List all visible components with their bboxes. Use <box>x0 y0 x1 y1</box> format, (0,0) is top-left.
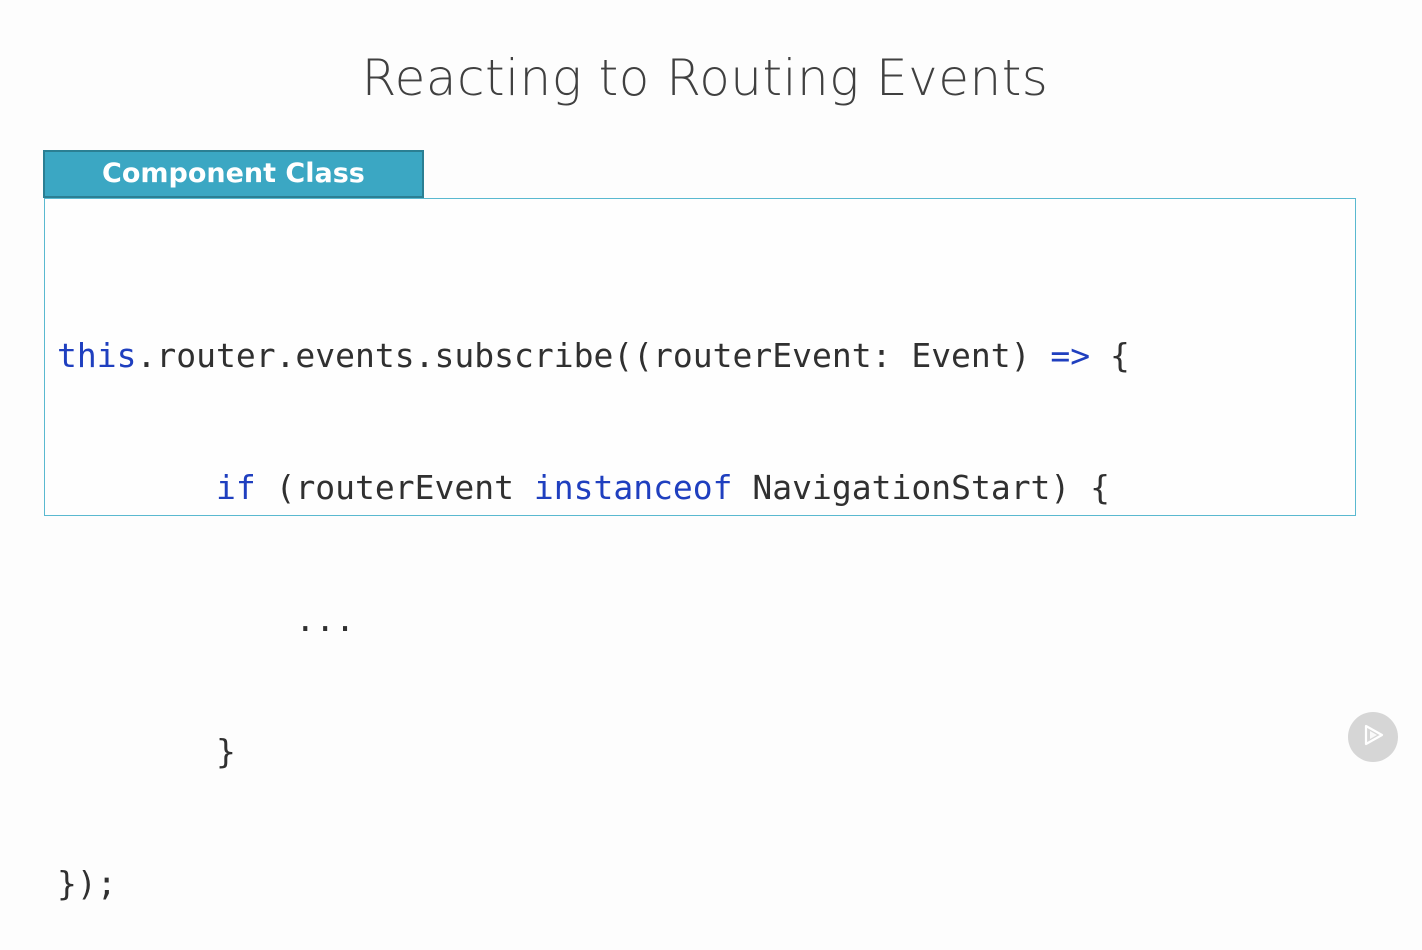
code-text: (routerEvent <box>255 468 534 507</box>
code-line-2: if (routerEvent instanceof NavigationSta… <box>57 466 1130 510</box>
slide-title: Reacting to Routing Events <box>361 49 1049 107</box>
keyword-this: this <box>57 336 137 375</box>
code-line-4: } <box>57 732 236 771</box>
play-icon <box>1360 722 1386 753</box>
keyword-if: if <box>215 468 256 507</box>
play-button[interactable] <box>1348 712 1398 762</box>
component-class-tab: Component Class <box>43 150 424 198</box>
code-line-3: ... <box>57 600 356 639</box>
keyword-arrow: => <box>1050 336 1091 375</box>
code-block: this.router.events.subscribe((routerEven… <box>57 246 1130 950</box>
code-line-5: }); <box>57 864 117 903</box>
code-text: NavigationStart) { <box>732 468 1111 507</box>
keyword-instanceof: instanceof <box>533 468 733 507</box>
code-text: { <box>1090 336 1130 375</box>
code-line-1: this.router.events.subscribe((routerEven… <box>57 334 1130 378</box>
code-text: .router.events.subscribe((routerEvent: E… <box>136 336 1051 375</box>
